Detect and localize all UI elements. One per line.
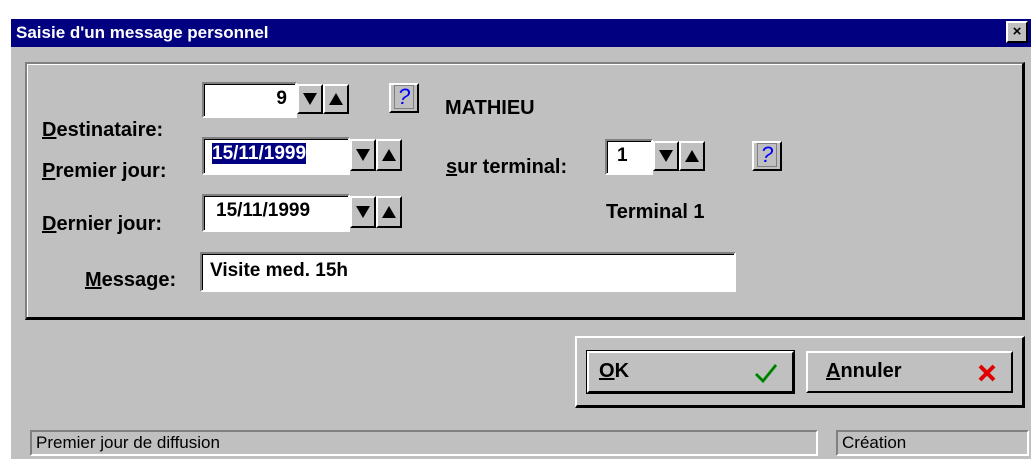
destinataire-label: Destinataire: [42, 119, 164, 141]
premier-jour-label: Premier jour: [42, 160, 167, 182]
status-message: Premier jour de diffusion [30, 430, 818, 456]
terminal-help-button[interactable]: ? [752, 141, 782, 171]
status-mode: Création [836, 430, 1029, 456]
terminal-value: 1 [617, 145, 628, 166]
premier-jour-value: 15/11/1999 [212, 143, 307, 164]
close-button[interactable]: × [1006, 21, 1028, 43]
terminal-label: sur terminal: [446, 156, 568, 178]
window-title: Saisie d'un message personnel [16, 23, 269, 42]
terminal-field[interactable]: 1 [605, 139, 653, 175]
down-arrow-icon [303, 93, 317, 105]
cross-icon [978, 364, 996, 382]
up-arrow-icon [685, 150, 699, 162]
terminal-name: Terminal 1 [606, 201, 705, 223]
destinataire-field[interactable]: 9 [202, 82, 297, 118]
premier-jour-decrement-button[interactable] [350, 139, 376, 171]
ok-button[interactable]: OK [586, 350, 795, 394]
dernier-jour-decrement-button[interactable] [350, 196, 376, 228]
close-icon: × [1012, 23, 1022, 40]
question-icon: ? [756, 143, 778, 167]
dernier-jour-field[interactable]: 15/11/1999 [202, 194, 350, 232]
dernier-jour-increment-button[interactable] [376, 196, 402, 228]
terminal-decrement-button[interactable] [653, 141, 679, 171]
dernier-jour-label: Dernier jour: [42, 213, 163, 235]
destinataire-help-button[interactable]: ? [389, 83, 419, 113]
message-label: Message: [85, 269, 177, 291]
destinataire-name: MATHIEU [445, 97, 535, 119]
terminal-increment-button[interactable] [679, 141, 705, 171]
check-icon [754, 364, 778, 384]
destinataire-increment-button[interactable] [323, 84, 349, 114]
cancel-button[interactable]: Annuler [806, 351, 1013, 393]
message-value: Visite med. 15h [210, 260, 348, 281]
question-icon: ? [393, 85, 415, 109]
message-input[interactable]: Visite med. 15h [200, 252, 736, 292]
up-arrow-icon [329, 93, 343, 105]
dernier-jour-value: 15/11/1999 [216, 200, 311, 221]
up-arrow-icon [382, 149, 396, 161]
up-arrow-icon [382, 206, 396, 218]
destinataire-decrement-button[interactable] [297, 84, 323, 114]
premier-jour-increment-button[interactable] [376, 139, 402, 171]
premier-jour-field[interactable]: 15/11/1999 [202, 137, 350, 175]
destinataire-value: 9 [276, 88, 287, 109]
down-arrow-icon [356, 149, 370, 161]
down-arrow-icon [356, 206, 370, 218]
down-arrow-icon [659, 150, 673, 162]
